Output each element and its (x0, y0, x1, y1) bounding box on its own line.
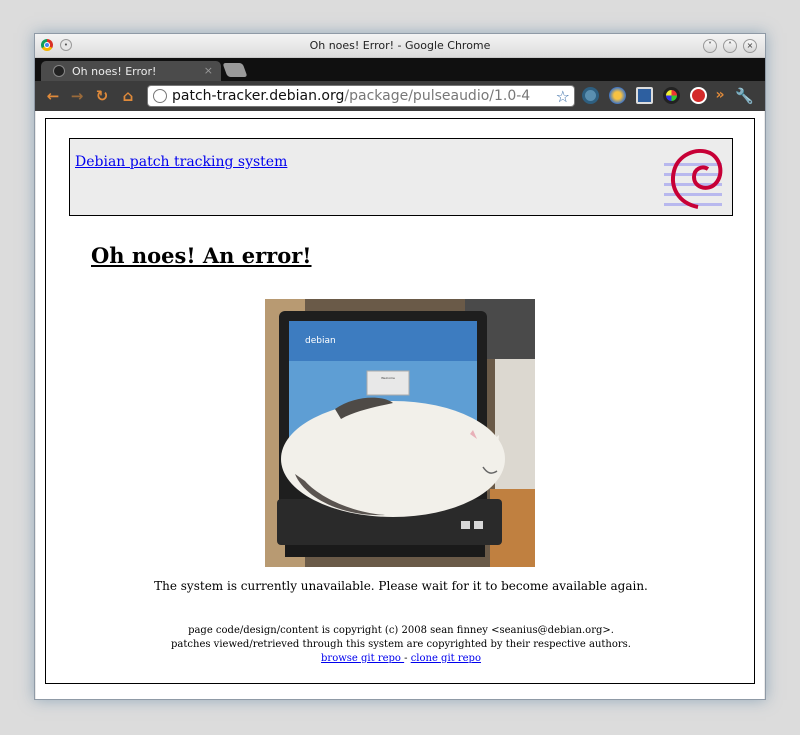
tab-strip: Oh noes! Error! × (35, 58, 765, 81)
footer: page code/design/content is copyright (c… (46, 624, 756, 666)
tab-close-icon[interactable]: × (204, 64, 213, 77)
extension-sync-icon[interactable] (582, 87, 599, 104)
tab-active[interactable]: Oh noes! Error! × (41, 61, 221, 81)
tab-label: Oh noes! Error! (72, 65, 157, 78)
status-message: The system is currently unavailable. Ple… (154, 579, 648, 593)
tab-favicon-icon (53, 65, 65, 77)
forward-arrow-icon[interactable]: → (68, 87, 86, 105)
url-host: patch-tracker.debian.org (172, 88, 345, 104)
maximize-icon[interactable]: ˄ (723, 39, 737, 53)
url-path: /package/pulseaudio/1.0-4 (344, 88, 531, 104)
minimize-icon[interactable]: ˅ (703, 39, 717, 53)
browser-toolbar: ← → ↻ ⌂ patch-tracker.debian.org/package… (35, 81, 765, 111)
clone-git-repo-link[interactable]: clone git repo (411, 653, 481, 664)
cat-on-laptop-photo: debian Welcome (265, 299, 535, 567)
extension-stop-icon[interactable] (690, 87, 707, 104)
header-box: Debian patch tracking system (69, 138, 733, 216)
page-frame: Debian patch tracking system Oh noes! An… (45, 118, 755, 684)
extension-globe-icon[interactable] (609, 87, 626, 104)
window-title: Oh noes! Error! - Google Chrome (309, 39, 491, 52)
debian-swirl-logo (664, 149, 723, 209)
more-extensions-icon[interactable]: » (711, 86, 729, 104)
extension-color-icon[interactable] (663, 87, 680, 104)
extension-screen-icon[interactable] (636, 87, 653, 104)
photo-dialog-text: Welcome (381, 376, 395, 380)
url-text: patch-tracker.debian.org/package/pulseau… (172, 88, 530, 104)
browse-git-repo-link[interactable]: browse git repo (321, 653, 404, 664)
wrench-icon[interactable]: 🔧 (735, 87, 754, 105)
globe-icon (153, 89, 167, 103)
new-tab-button[interactable] (222, 63, 248, 77)
address-bar[interactable]: patch-tracker.debian.org/package/pulseau… (147, 85, 575, 107)
page-content: Debian patch tracking system Oh noes! An… (36, 111, 764, 699)
footer-patches: patches viewed/retrieved through this sy… (171, 639, 631, 650)
error-title: Oh noes! An error! (91, 243, 312, 268)
footer-links: browse git repo - clone git repo (46, 652, 756, 666)
reload-icon[interactable]: ↻ (93, 87, 111, 105)
title-bar: • Oh noes! Error! - Google Chrome ˅ ˄ × (35, 34, 765, 58)
home-icon[interactable]: ⌂ (119, 87, 137, 105)
patch-tracker-home-link[interactable]: Debian patch tracking system (75, 154, 287, 170)
browser-window: • Oh noes! Error! - Google Chrome ˅ ˄ × … (34, 33, 766, 700)
close-window-icon[interactable]: × (743, 39, 757, 53)
back-arrow-icon[interactable]: ← (44, 87, 62, 105)
bookmark-star-icon[interactable]: ☆ (556, 87, 570, 106)
photo-screen-text: debian (305, 336, 336, 346)
footer-copyright: page code/design/content is copyright (c… (188, 625, 614, 636)
